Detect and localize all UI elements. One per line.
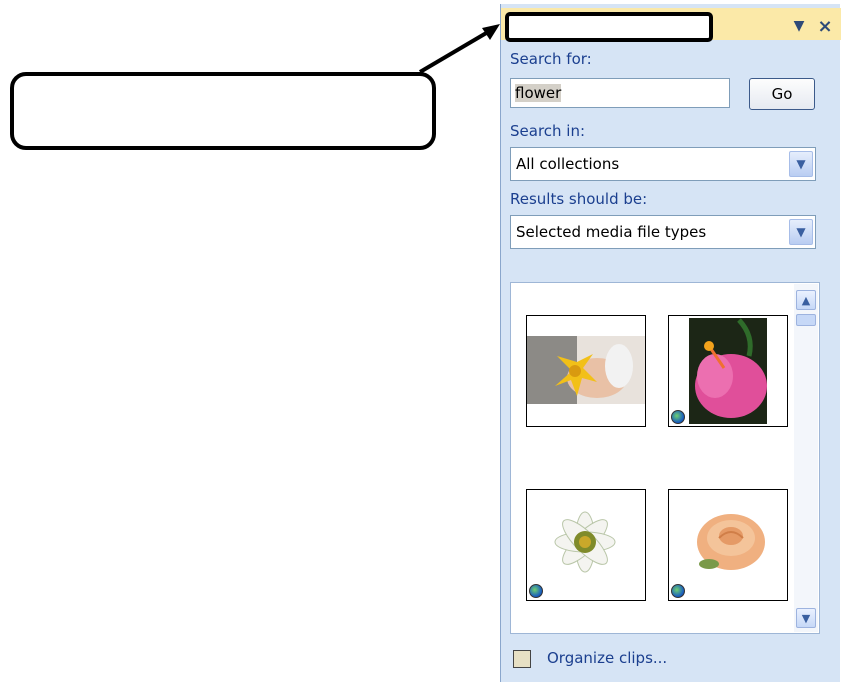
go-button[interactable]: Go: [749, 78, 815, 110]
white-flower-image: [554, 511, 616, 573]
search-for-label: Search for:: [510, 50, 592, 68]
results-scrollbar[interactable]: ▲ ▼: [794, 284, 818, 632]
web-clip-icon: [671, 584, 685, 598]
chevron-down-icon[interactable]: ▼: [789, 219, 813, 245]
clip-thumbnail-hibiscus[interactable]: [668, 315, 788, 427]
organize-clips-icon[interactable]: [513, 650, 531, 668]
pane-header: ▼ ×: [501, 8, 841, 42]
callout-box: [10, 72, 436, 150]
scroll-down-icon[interactable]: ▼: [796, 608, 816, 628]
web-clip-icon: [529, 584, 543, 598]
search-in-dropdown[interactable]: All collections ▼: [510, 147, 816, 181]
scroll-thumb[interactable]: [796, 314, 816, 326]
pane-options-icon[interactable]: ▼: [789, 16, 809, 36]
web-clip-icon: [671, 410, 685, 424]
close-icon[interactable]: ×: [815, 16, 835, 37]
search-in-value: All collections: [516, 155, 620, 173]
results-type-dropdown[interactable]: Selected media file types ▼: [510, 215, 816, 249]
results-list: ▲ ▼: [510, 282, 820, 634]
clip-thumbnail-hand-flower[interactable]: [526, 315, 646, 427]
search-input-value: flower: [515, 84, 562, 102]
clip-thumbnail-rose[interactable]: [668, 489, 788, 601]
clip-art-task-pane: ▼ × Search for: flower Go Search in: All…: [500, 4, 841, 682]
rose-image: [697, 514, 765, 570]
search-input[interactable]: flower: [510, 78, 730, 108]
hand-flower-image: [527, 336, 645, 404]
chevron-down-icon[interactable]: ▼: [789, 151, 813, 177]
results-type-value: Selected media file types: [516, 223, 707, 241]
results-should-be-label: Results should be:: [510, 190, 648, 208]
clip-thumbnail-white-flower[interactable]: [526, 489, 646, 601]
hibiscus-image: [689, 318, 767, 424]
scroll-up-icon[interactable]: ▲: [796, 290, 816, 310]
pane-title: [505, 12, 713, 42]
organize-clips-link[interactable]: Organize clips...: [547, 649, 667, 667]
search-in-label: Search in:: [510, 122, 586, 140]
